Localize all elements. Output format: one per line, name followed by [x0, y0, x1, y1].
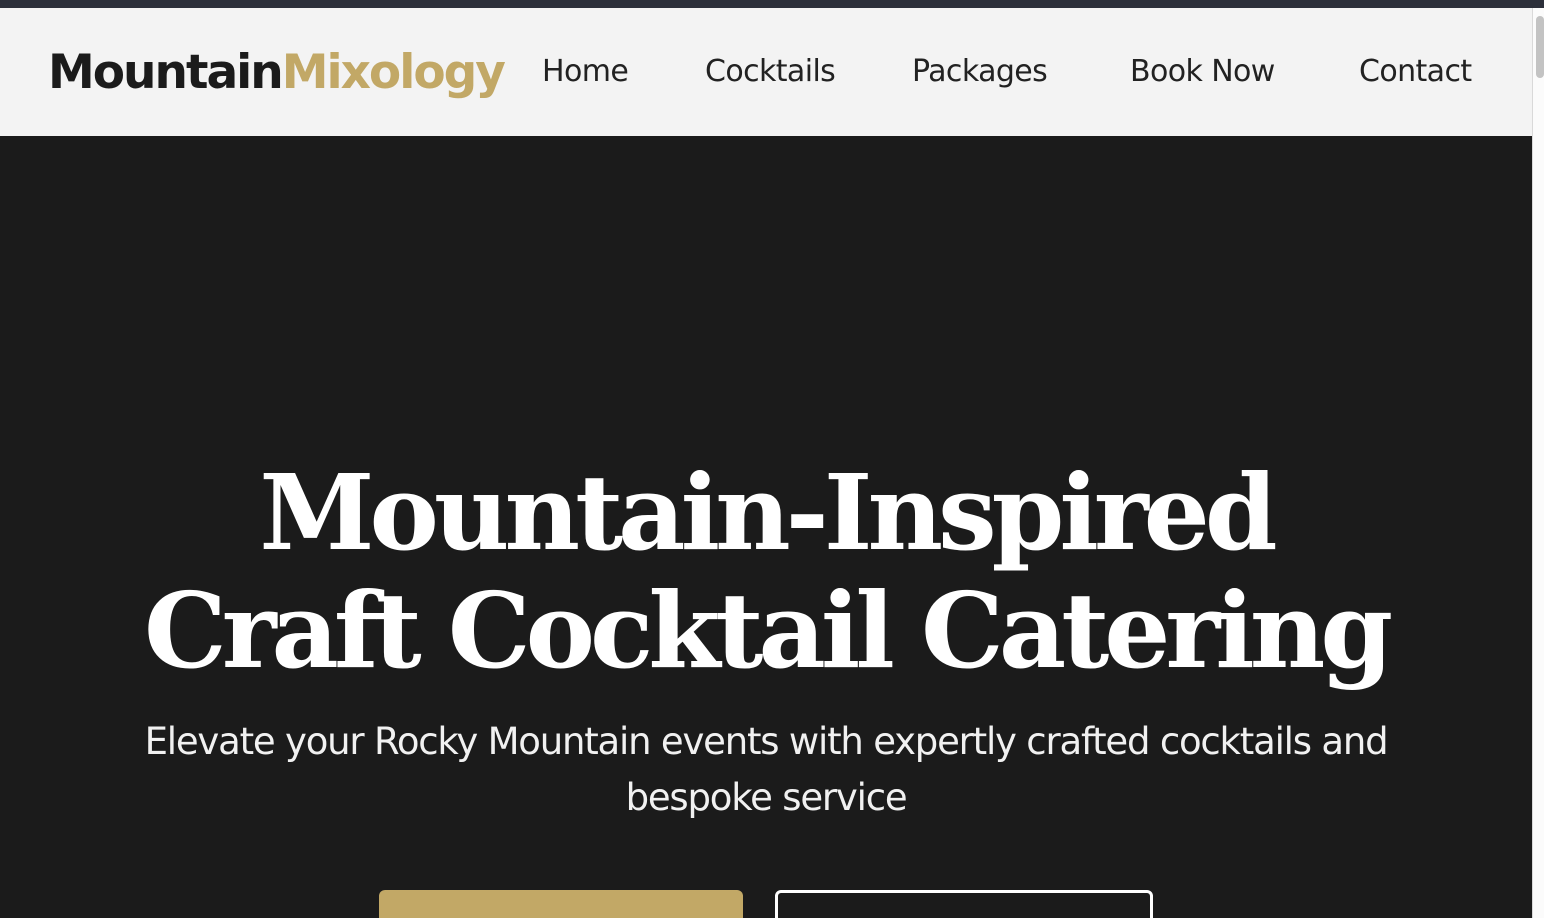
scrollbar-thumb[interactable]	[1536, 16, 1544, 78]
nav-link-contact[interactable]: Contact	[1359, 52, 1472, 92]
page-scrollbar[interactable]	[1532, 8, 1544, 918]
hero-title: Mountain-Inspired Craft Cocktail Caterin…	[0, 454, 1532, 690]
website-page: MountainMixology Home Cocktails Packages…	[0, 8, 1532, 918]
nav-link-cocktails[interactable]: Cocktails	[705, 52, 836, 92]
hero-title-line-1: Mountain-Inspired	[259, 451, 1277, 574]
nav-link-home[interactable]: Home	[542, 52, 629, 92]
main-navigation: Home Cocktails Packages Book Now Contact	[0, 52, 1532, 92]
hero-title-line-2: Craft Cocktail Catering	[143, 569, 1393, 692]
hero-section: Mountain-Inspired Craft Cocktail Caterin…	[0, 136, 1532, 918]
site-header: MountainMixology Home Cocktails Packages…	[0, 8, 1532, 136]
nav-link-packages[interactable]: Packages	[912, 52, 1048, 92]
nav-link-book-now[interactable]: Book Now	[1130, 52, 1275, 92]
hero-secondary-button[interactable]	[775, 890, 1153, 918]
hero-subtitle: Elevate your Rocky Mountain events with …	[144, 720, 1389, 819]
browser-viewport: MountainMixology Home Cocktails Packages…	[0, 0, 1544, 918]
hero-primary-button[interactable]	[379, 890, 743, 918]
window-top-edge	[0, 0, 1544, 8]
